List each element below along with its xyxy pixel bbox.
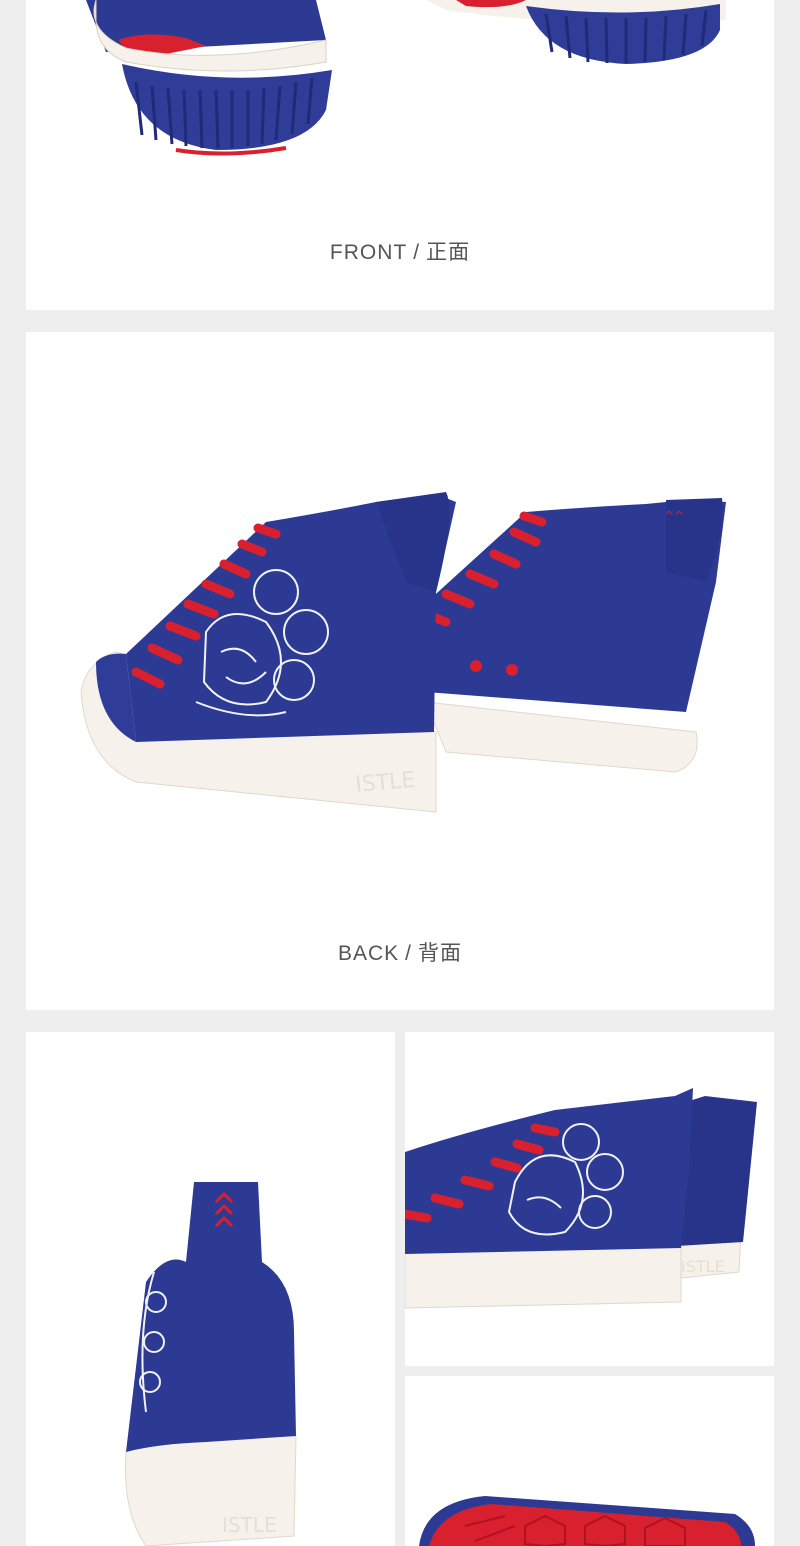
left-shoe-toe — [86, 0, 332, 156]
back-label-en: BACK — [337, 942, 400, 965]
sole-logo: ISTLE — [354, 768, 416, 798]
side-logo: ISTLE — [681, 1257, 725, 1276]
front-view-panel: FRONT / 正面 — [26, 0, 774, 310]
sole-view-panel — [405, 1376, 774, 1546]
heel-shoe-illustration: ISTLE — [124, 1182, 297, 1546]
back-label-cn: 背面 — [418, 942, 463, 965]
front-caption: FRONT / 正面 — [26, 236, 774, 266]
back-separator: / — [405, 942, 413, 965]
front-label-cn: 正面 — [426, 241, 471, 264]
sole-shoe-illustration — [419, 1496, 755, 1546]
side-view-panel: ISTLE — [405, 1032, 774, 1366]
svg-text:^^: ^^ — [664, 509, 684, 523]
side-shoe-illustration: ISTLE — [405, 1088, 757, 1309]
heel-logo: ISTLE — [222, 1513, 277, 1537]
front-separator: / — [413, 241, 421, 264]
back-shoes-illustration: ^^ ISTLE — [80, 492, 726, 813]
back-view-panel: ^^ ISTLE BACK / 背面 — [26, 332, 774, 1010]
rear-shoe: ^^ — [416, 498, 726, 773]
heel-view-panel: ISTLE — [26, 1032, 395, 1546]
front-shoe: ISTLE — [80, 492, 456, 813]
front-label-en: FRONT — [329, 241, 408, 264]
back-caption: BACK / 背面 — [26, 937, 774, 967]
right-shoe-toe — [426, 0, 726, 64]
